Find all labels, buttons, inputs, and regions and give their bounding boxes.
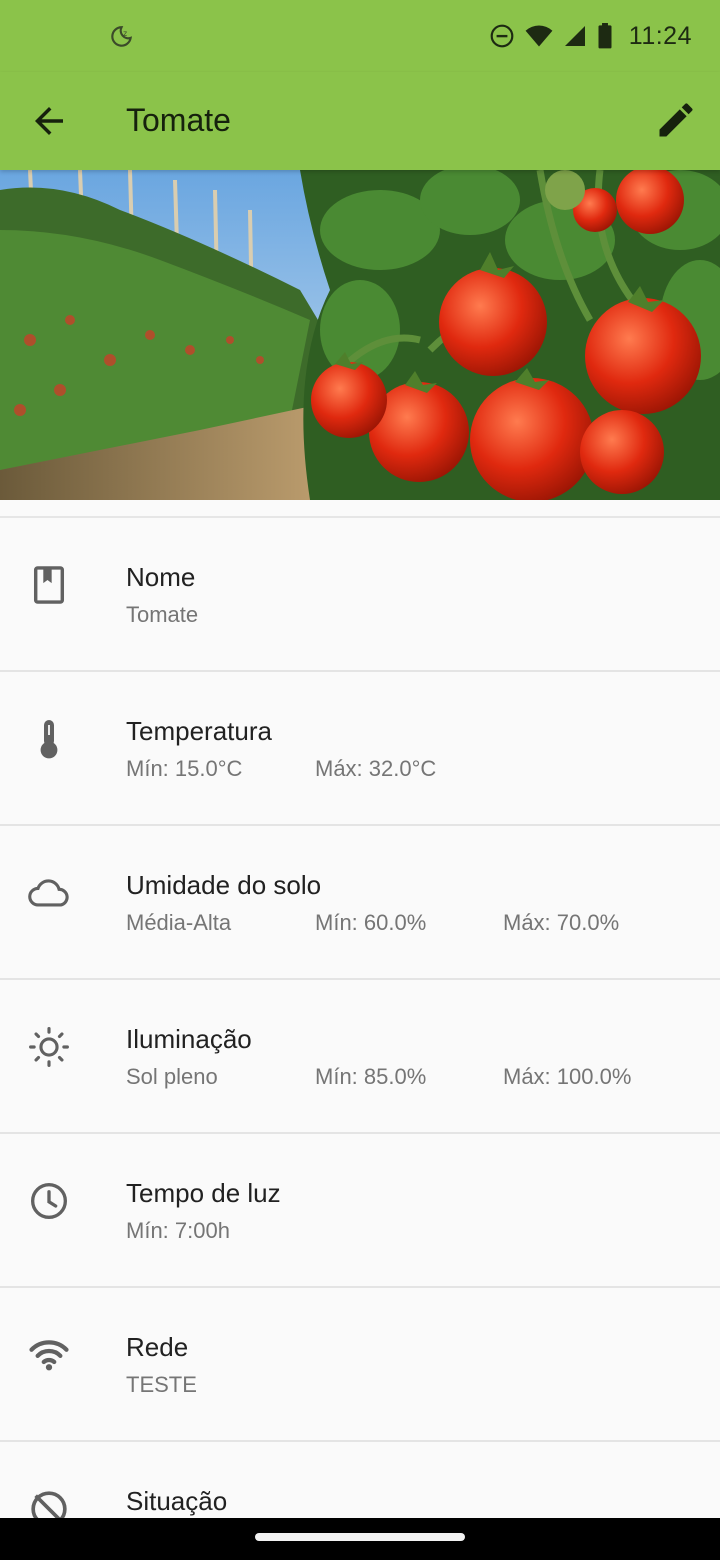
system-navigation-bar	[0, 1518, 720, 1560]
thermometer-icon	[26, 716, 72, 762]
page-title: Tomate	[126, 102, 231, 138]
do-not-disturb-icon	[490, 24, 514, 48]
detail-label-status: Situação	[126, 1486, 228, 1516]
wifi-icon	[26, 1332, 72, 1378]
signal-icon	[564, 26, 585, 46]
detail-row-name: Nome Tomate	[0, 518, 720, 672]
light-time-min: Mín: 7:00h	[126, 1218, 230, 1243]
detail-label-lighting: Iluminação	[126, 1024, 252, 1054]
pencil-icon[interactable]	[654, 98, 698, 142]
temperature-min: Mín: 15.0°C	[126, 756, 243, 781]
lighting-max: Máx: 100.0%	[503, 1064, 632, 1089]
detail-value-name: Tomate	[126, 602, 199, 627]
network-value: TESTE	[126, 1372, 197, 1397]
detail-label-soil-moisture: Umidade do solo	[126, 870, 322, 900]
svg-text:z: z	[123, 29, 127, 38]
battery-icon	[598, 23, 612, 49]
status-bar: z 11:24	[0, 0, 720, 72]
arrow-back-icon[interactable]	[28, 100, 70, 142]
detail-row-temperature: Temperatura Mín: 15.0°C Máx: 32.0°C	[0, 672, 720, 826]
soil-moisture-max: Máx: 70.0%	[503, 910, 620, 935]
bedtime-moon-icon: z	[111, 26, 132, 47]
clock-icon	[26, 1178, 72, 1224]
detail-row-light-time: Tempo de luz Mín: 7:00h	[0, 1134, 720, 1288]
plant-photo	[0, 170, 720, 500]
app-bar: Tomate	[0, 72, 720, 170]
home-gesture-handle[interactable]	[255, 1533, 465, 1541]
sun-icon	[26, 1024, 72, 1070]
clock-time: 11:24	[628, 21, 692, 50]
detail-label-name: Nome	[126, 562, 196, 592]
detail-row-soil-moisture: Umidade do solo Média-Alta Mín: 60.0% Má…	[0, 826, 720, 980]
soil-moisture-min: Mín: 60.0%	[315, 910, 427, 935]
temperature-max: Máx: 32.0°C	[315, 756, 437, 781]
cloud-icon	[26, 870, 72, 916]
lighting-min: Mín: 85.0%	[315, 1064, 427, 1089]
detail-row-network: Rede TESTE	[0, 1288, 720, 1442]
detail-label-network: Rede	[126, 1332, 189, 1362]
soil-moisture-level: Média-Alta	[126, 910, 232, 935]
detail-row-lighting: Iluminação Sol pleno Mín: 85.0% Máx: 100…	[0, 980, 720, 1134]
detail-label-light-time: Tempo de luz	[126, 1178, 281, 1208]
book-icon	[26, 562, 72, 608]
lighting-level: Sol pleno	[126, 1064, 218, 1089]
plant-details-list: Nome Tomate Temperatura Mín: 15.0°C Máx:…	[0, 516, 720, 1560]
detail-label-temperature: Temperatura	[126, 716, 272, 746]
wifi-icon	[525, 25, 553, 47]
